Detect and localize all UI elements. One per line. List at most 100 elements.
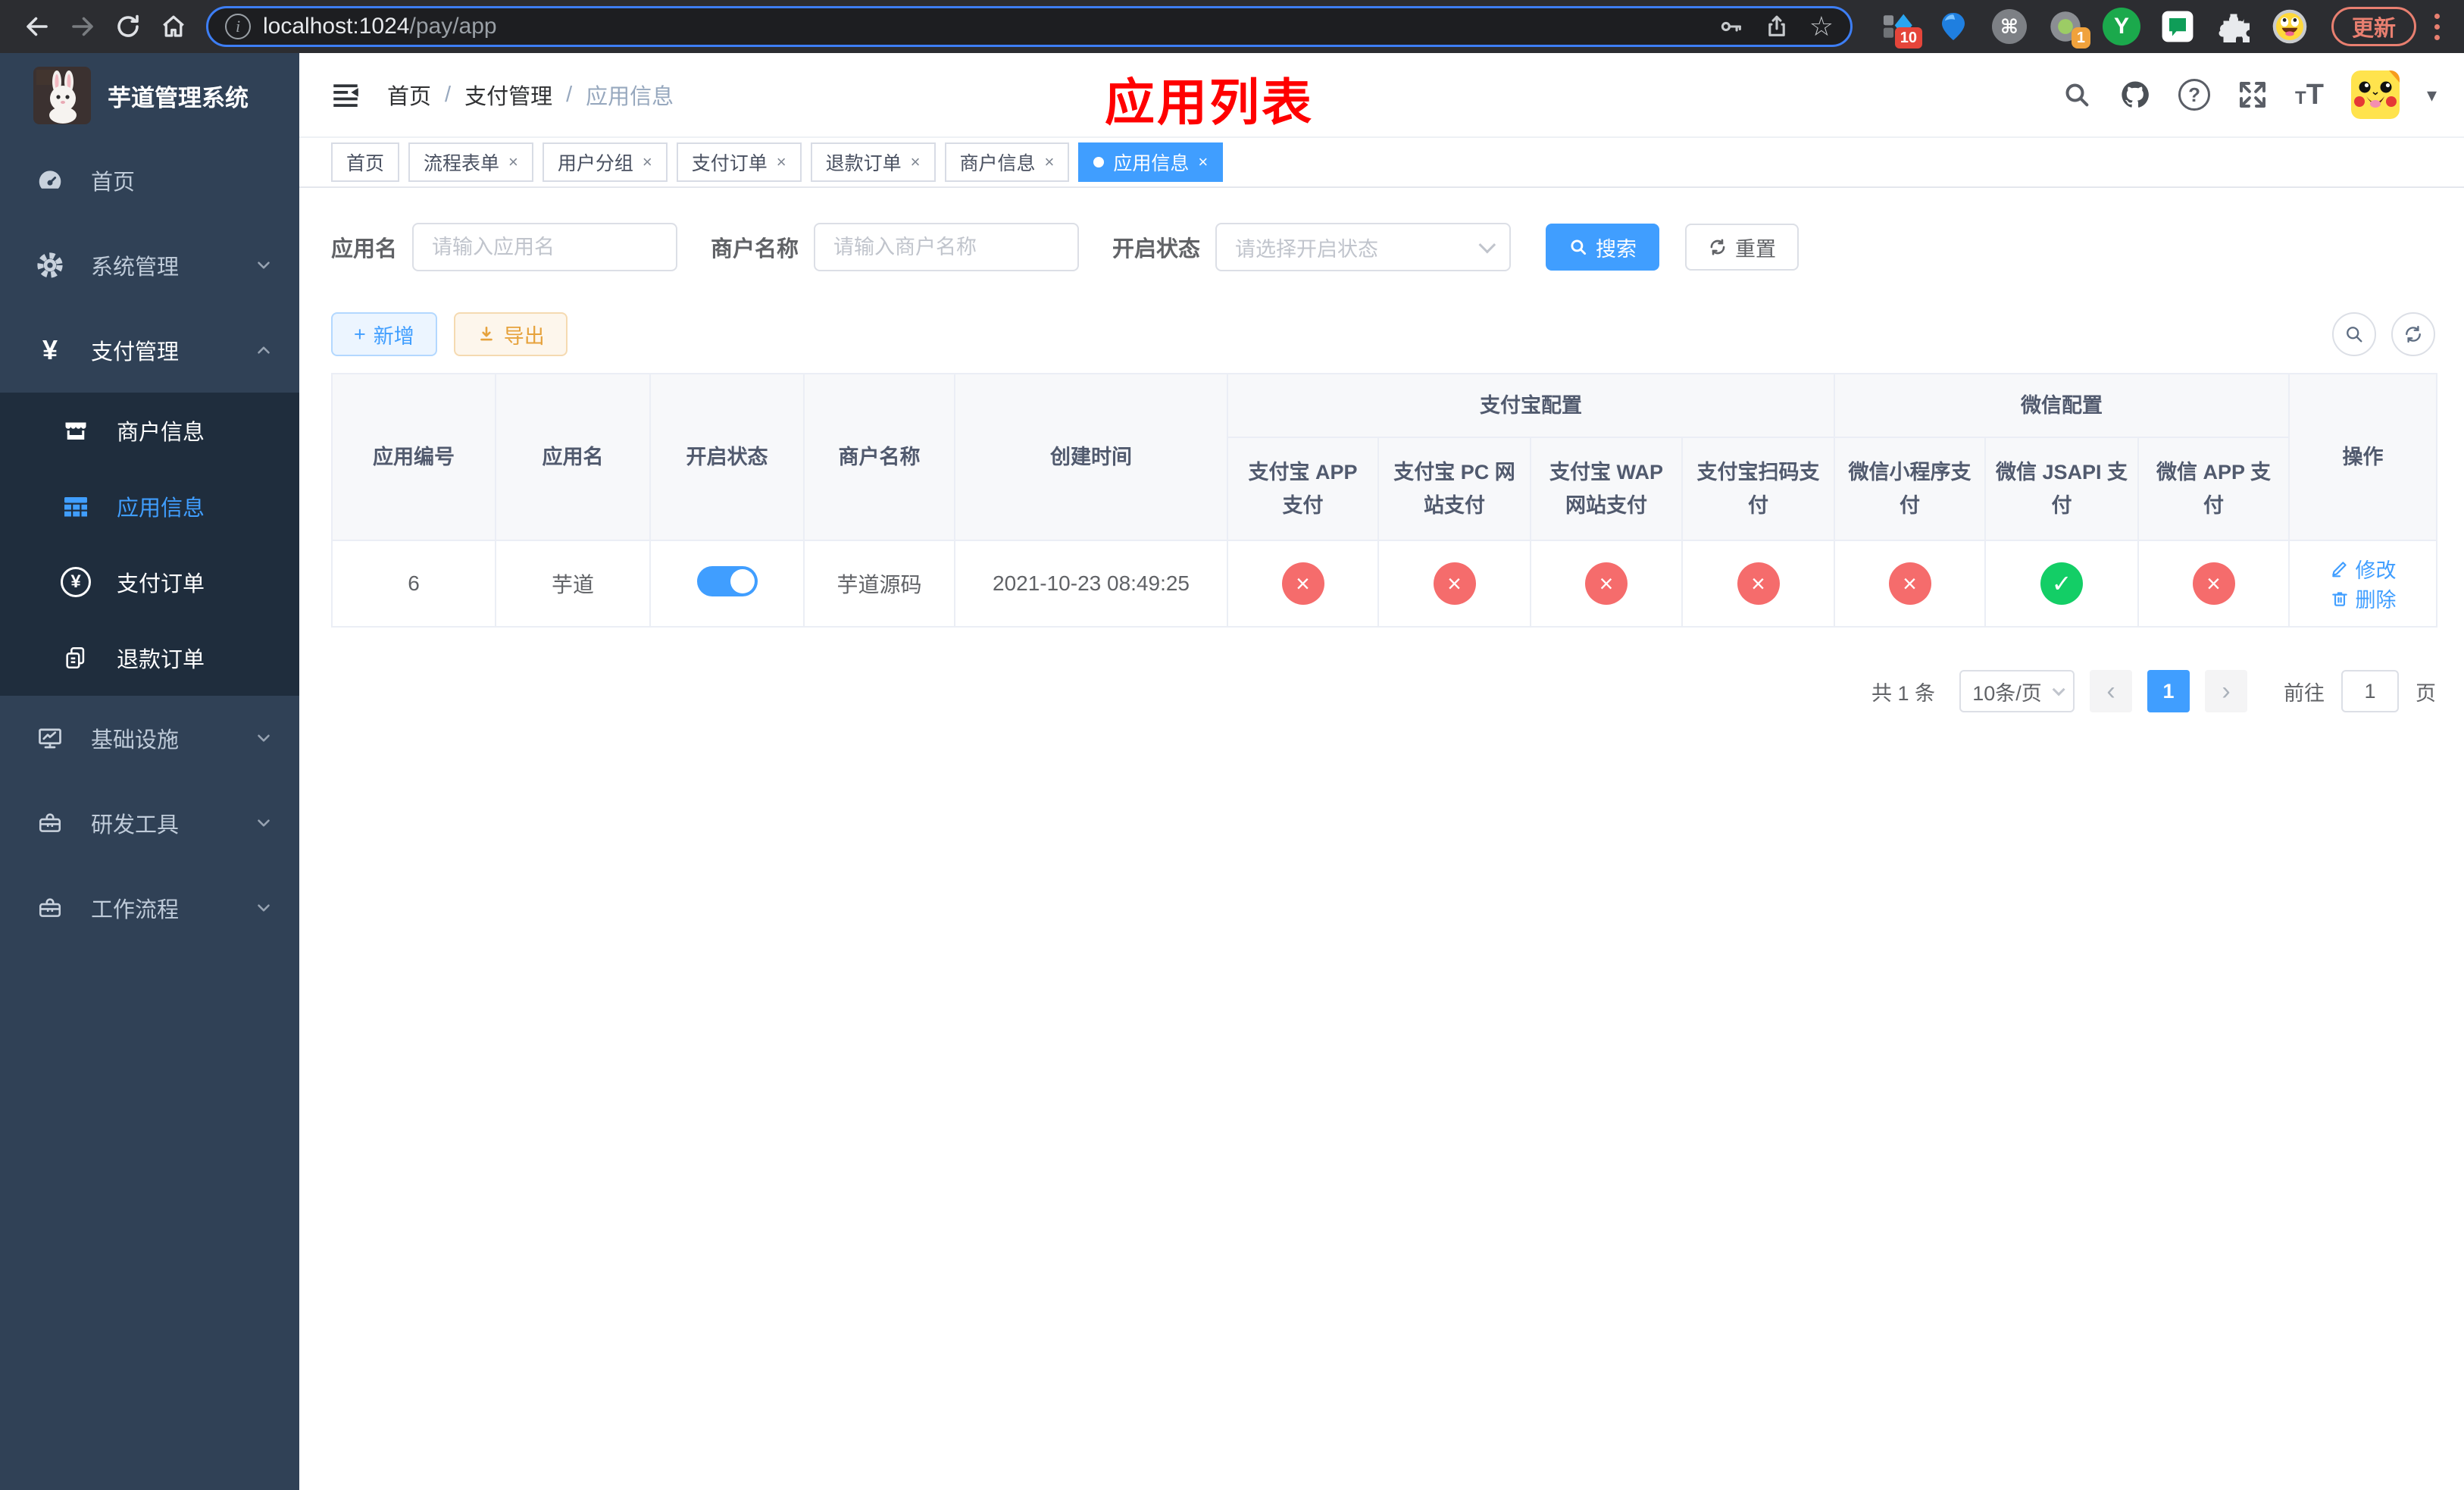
avatar-dropdown-caret-icon[interactable]: ▾: [2427, 83, 2437, 107]
export-button[interactable]: 导出: [453, 312, 568, 356]
font-size-icon[interactable]: TT: [2295, 79, 2324, 111]
refresh-table-button[interactable]: [2391, 312, 2435, 356]
extension-y-icon[interactable]: Y: [2102, 8, 2140, 45]
browser-toolbar: i localhost:1024/pay/app ☆ 10 ⌘ 1 Y 更新: [0, 0, 2464, 53]
merchant-name-input[interactable]: [814, 223, 1080, 271]
sidebar-item-home[interactable]: 首页: [0, 138, 299, 223]
github-icon[interactable]: [2119, 79, 2151, 111]
sidebar-item-dev-tools[interactable]: 研发工具: [0, 781, 299, 866]
extension-recorder-icon[interactable]: 1: [2047, 8, 2090, 49]
close-icon[interactable]: ×: [1045, 152, 1055, 172]
reset-button[interactable]: 重置: [1685, 224, 1800, 271]
help-icon[interactable]: ?: [2178, 79, 2211, 111]
col-enabled: 开启状态: [649, 373, 805, 541]
goto-page-input[interactable]: [2341, 670, 2399, 712]
toggle-search-button[interactable]: [2332, 312, 2376, 356]
browser-update-button[interactable]: 更新: [2331, 7, 2416, 46]
status-wx-jsapi: ✓: [2040, 562, 2083, 605]
tab-user-group[interactable]: 用户分组 ×: [542, 142, 668, 182]
app-title: 芋道管理系统: [108, 84, 249, 111]
extensions-puzzle-icon[interactable]: [2215, 8, 2253, 45]
chevron-down-icon: [254, 898, 274, 918]
col-alipay-wap: 支付宝 WAP 网站支付: [1530, 437, 1683, 541]
dashboard-icon: [33, 166, 67, 195]
tab-home[interactable]: 首页: [331, 142, 400, 182]
tab-app-info[interactable]: 应用信息 ×: [1078, 142, 1224, 182]
close-icon[interactable]: ×: [777, 152, 786, 172]
close-icon[interactable]: ×: [643, 152, 652, 172]
cell-merchant: 芋道源码: [803, 540, 955, 628]
sidebar-item-refund-order[interactable]: 退款订单: [0, 620, 299, 696]
sidebar-item-merchant-info[interactable]: 商户信息: [0, 393, 299, 468]
page-size-select[interactable]: 10条/页: [1959, 670, 2075, 712]
status-wx-app: ×: [2192, 562, 2235, 605]
forward-icon[interactable]: [62, 6, 103, 47]
close-icon[interactable]: ×: [508, 152, 518, 172]
status-alipay-qr: ×: [1737, 562, 1780, 605]
total-count: 共 1 条: [1871, 681, 1935, 705]
add-button[interactable]: + 新增: [331, 312, 437, 356]
tab-merchant-info[interactable]: 商户信息 ×: [944, 142, 1070, 182]
extension-command-icon[interactable]: ⌘: [1990, 8, 2028, 45]
sidebar-item-system[interactable]: 系统管理: [0, 223, 299, 308]
header-search-icon[interactable]: [2062, 80, 2092, 110]
close-icon[interactable]: ×: [1198, 152, 1208, 172]
browser-menu-icon[interactable]: [2427, 13, 2447, 40]
page-1-button[interactable]: 1: [2147, 670, 2190, 712]
next-page-button[interactable]: ›: [2205, 670, 2247, 712]
breadcrumb-home[interactable]: 首页: [387, 79, 431, 111]
active-dot: [1093, 157, 1105, 167]
plus-icon: +: [354, 322, 366, 346]
prev-page-button[interactable]: ‹: [2090, 670, 2132, 712]
extension-sketch-icon[interactable]: 10: [1878, 8, 1922, 49]
enable-toggle[interactable]: [696, 565, 758, 596]
store-icon: [59, 417, 92, 444]
bookmark-star-icon[interactable]: ☆: [1809, 13, 1834, 40]
sidebar: 芋道管理系统 首页 系统管理 ¥ 支付管理 商户信息 应用信息 ¥ 支付订单 退…: [0, 53, 299, 1490]
extension-chat-icon[interactable]: [2159, 8, 2197, 45]
sidebar-item-pay-order[interactable]: ¥ 支付订单: [0, 544, 299, 620]
yen-icon: ¥: [42, 334, 58, 365]
tab-pay-order[interactable]: 支付订单 ×: [676, 142, 802, 182]
sidebar-item-payment[interactable]: ¥ 支付管理: [0, 308, 299, 393]
share-icon[interactable]: [1764, 14, 1790, 39]
status-select[interactable]: 请选择开启状态: [1215, 223, 1512, 271]
sidebar-item-workflow[interactable]: 工作流程: [0, 866, 299, 950]
trash-icon: [2331, 591, 2347, 606]
sidebar-item-label: 研发工具: [91, 813, 180, 837]
extension-badge: 1: [2071, 27, 2090, 49]
reload-icon[interactable]: [108, 6, 149, 47]
app-logo[interactable]: 芋道管理系统: [0, 53, 299, 138]
breadcrumb-payment[interactable]: 支付管理: [464, 79, 552, 111]
app-name-input[interactable]: [412, 223, 678, 271]
edit-link[interactable]: 修改: [2330, 554, 2397, 584]
search-button[interactable]: 搜索: [1546, 224, 1660, 271]
close-icon[interactable]: ×: [911, 152, 921, 172]
sidebar-item-infra[interactable]: 基础设施: [0, 696, 299, 781]
tab-refund-order[interactable]: 退款订单 ×: [810, 142, 936, 182]
download-icon: [480, 327, 492, 341]
col-wx-app: 微信 APP 支付: [2137, 437, 2290, 541]
home-icon[interactable]: [153, 6, 194, 47]
password-key-icon[interactable]: [1718, 14, 1744, 39]
back-icon[interactable]: [17, 6, 58, 47]
extension-balloon-icon[interactable]: [1934, 8, 1972, 45]
chevron-up-icon: [254, 340, 274, 360]
collapse-sidebar-icon[interactable]: [330, 79, 361, 111]
sidebar-item-label: 工作流程: [91, 898, 180, 922]
sidebar-item-app-info[interactable]: 应用信息: [0, 468, 299, 544]
sidebar-item-label: 系统管理: [91, 255, 180, 280]
user-avatar[interactable]: [2350, 70, 2400, 119]
tab-flow-form[interactable]: 流程表单 ×: [408, 142, 533, 182]
col-alipay-pc: 支付宝 PC 网站支付: [1377, 437, 1531, 541]
page-info-icon[interactable]: i: [225, 14, 251, 39]
cell-app-id: 6: [331, 540, 496, 628]
extension-badge: 10: [1894, 27, 1922, 49]
filter-form: 应用名 商户名称 开启状态 请选择开启状态 搜索 重置: [331, 223, 2435, 271]
goto-label: 前往: [2284, 681, 2325, 705]
profile-emoji-avatar[interactable]: [2271, 8, 2309, 45]
delete-link[interactable]: 删除: [2330, 584, 2397, 613]
url-bar[interactable]: i localhost:1024/pay/app ☆: [206, 6, 1853, 47]
cell-app-name: 芋道: [495, 540, 651, 628]
fullscreen-icon[interactable]: [2237, 80, 2268, 110]
